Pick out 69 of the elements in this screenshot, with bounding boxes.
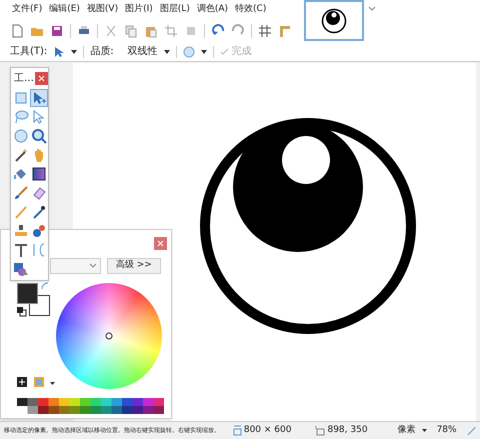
zoom-level[interactable]: 78% — [436, 424, 457, 438]
primary-color-swatch[interactable] — [17, 283, 38, 304]
image-thumbnail[interactable] — [304, 0, 364, 41]
shapes-icon — [13, 261, 29, 277]
magic-wand-icon — [13, 147, 29, 163]
arrow-icon[interactable] — [53, 46, 66, 58]
stamp-icon — [13, 223, 29, 239]
image-size: 800 × 600 — [244, 424, 292, 437]
caret-icon — [164, 48, 170, 54]
eraser-icon — [31, 185, 47, 201]
ellipse-select-icon — [13, 128, 29, 144]
move-tool-button[interactable] — [30, 89, 48, 107]
chevron-down-icon[interactable] — [368, 5, 376, 13]
text-tool-tool-button[interactable] — [12, 241, 30, 259]
shapes-tool-button[interactable] — [12, 260, 30, 278]
close-icon[interactable] — [35, 72, 48, 84]
caret-icon[interactable] — [200, 48, 207, 54]
brush-tool-button[interactable] — [12, 184, 30, 202]
rectangle-select-icon — [13, 90, 29, 106]
bucket-icon — [13, 166, 29, 182]
swap-icon[interactable] — [41, 282, 49, 290]
menu-item[interactable]: 图层(L) — [160, 3, 190, 17]
tool-label: 工具(T): — [10, 45, 48, 59]
cursor-position: 898, 350 — [327, 424, 368, 437]
menu-item[interactable]: 特效(C) — [235, 3, 266, 17]
menu-item[interactable]: 调色(A) — [196, 3, 228, 17]
brush-icon — [13, 185, 29, 201]
recolor-icon — [31, 223, 47, 239]
quality-label: 品质: — [90, 44, 114, 59]
image-size-icon — [232, 425, 242, 436]
eyedropper-icon — [31, 204, 47, 220]
caret-icon[interactable] — [50, 381, 55, 386]
scissors-icon[interactable] — [104, 24, 118, 38]
eye-icon — [321, 8, 347, 34]
caret-icon[interactable] — [71, 48, 78, 54]
window-title: 工… — [14, 72, 34, 86]
undo-icon[interactable] — [211, 24, 225, 38]
units-dropdown[interactable]: 像素 — [398, 424, 427, 438]
gradient-tool-button[interactable] — [30, 165, 48, 183]
lasso-icon — [13, 109, 29, 125]
grid-icon[interactable] — [258, 24, 272, 38]
curve-icon — [31, 242, 47, 258]
menu-item[interactable]: 文件(F) — [12, 3, 42, 17]
crop-icon[interactable] — [164, 24, 178, 38]
menu-item[interactable]: 图片(I) — [125, 3, 153, 17]
gradient-icon — [31, 166, 47, 182]
add-color-icon[interactable] — [17, 377, 27, 387]
caret-icon — [422, 428, 427, 433]
color-palette-swatches[interactable] — [17, 398, 164, 414]
text-tool-icon — [13, 242, 29, 258]
ruler-icon[interactable] — [278, 24, 292, 38]
cursor-position-icon — [315, 425, 326, 436]
color-cursor-icon[interactable] — [105, 332, 113, 340]
reset-colors-icon[interactable] — [17, 307, 27, 317]
recolor-tool-button[interactable] — [30, 222, 48, 240]
chevron-down-icon — [89, 262, 97, 270]
pencil-icon — [13, 204, 29, 220]
new-file-icon[interactable] — [10, 24, 24, 38]
blend-mode-icon[interactable] — [182, 46, 195, 58]
paste-icon[interactable] — [144, 24, 158, 38]
more-button[interactable]: 高级 >> — [107, 258, 161, 274]
check-icon — [220, 47, 229, 56]
copy-icon[interactable] — [124, 24, 138, 38]
quality-dropdown[interactable]: 双线性 — [128, 44, 170, 59]
menu-item[interactable]: 视图(V) — [86, 3, 118, 17]
menu-item[interactable]: 编辑(E) — [49, 3, 80, 17]
close-icon[interactable] — [154, 236, 167, 250]
save-icon[interactable] — [50, 24, 64, 38]
move-icon — [31, 90, 47, 106]
